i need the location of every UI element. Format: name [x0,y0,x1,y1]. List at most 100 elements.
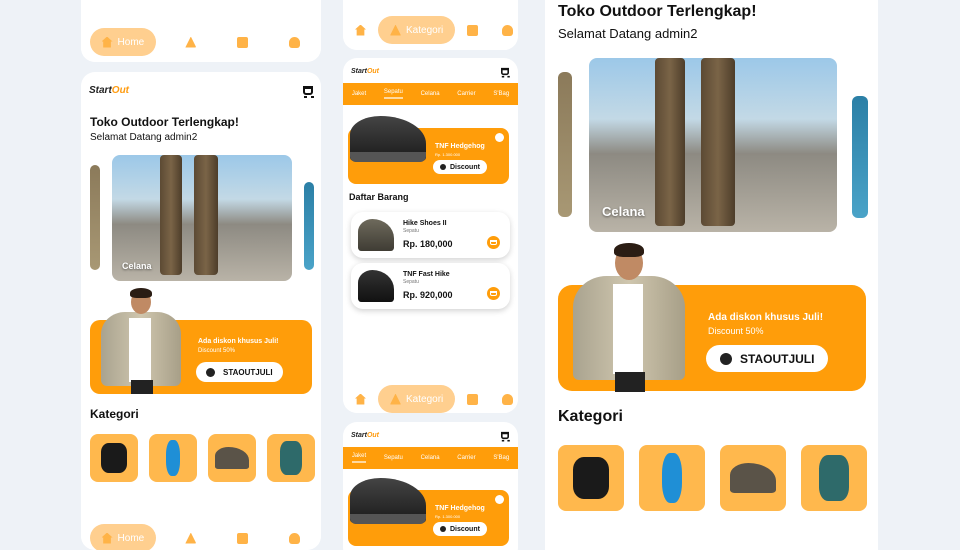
product-category: Sepatu [403,279,419,285]
discount-button[interactable]: Discount [433,522,487,536]
category-screen-top-partial: Kategori [343,0,518,50]
nav-history[interactable] [225,524,260,550]
featured-shoe-image [350,478,426,524]
promo-model-image [565,240,693,392]
product-price: Rp. 920,000 [403,290,453,300]
nav-profile[interactable] [490,385,518,413]
nav-kategori-label: Kategori [406,393,444,405]
tab-celana[interactable]: Celana [421,91,440,97]
tab-sbag[interactable]: S'Bag [493,455,509,461]
discount-button[interactable]: Discount [433,160,487,174]
profile-icon [502,393,514,405]
profile-icon [289,532,301,544]
nav-profile[interactable] [490,16,518,44]
favorite-icon[interactable] [495,495,504,504]
page-title: Toko Outdoor Terlengkap! [90,115,239,129]
nav-home[interactable] [343,16,378,44]
category-sleeping-bag[interactable] [639,445,705,511]
carousel-prev-image[interactable] [558,72,572,217]
nav-history[interactable] [225,28,260,56]
category-shoes[interactable] [720,445,786,511]
nav-home[interactable]: Home [89,28,157,56]
coupon-button[interactable]: STAOUTJULI [196,362,283,382]
category-screen-bottom-partial: StartOut Jaket Sepatu Celana Carrier S'B… [343,422,518,550]
coupon-code: STAOUTJULI [740,351,815,366]
featured-banner[interactable]: TNF Hedgehog Rp. 1.300.000 Discount [348,478,509,546]
carousel-prev-image[interactable] [90,165,100,270]
promo-model-image [95,286,187,394]
home-screen-zoomed: Toko Outdoor Terlengkap! Selamat Datang … [545,0,878,550]
coupon-icon [206,367,215,377]
nav-kategori[interactable] [173,524,208,550]
product-card[interactable]: TNF Fast Hike Sepatu Rp. 920,000 [351,263,510,309]
nav-history[interactable] [455,16,490,44]
app-header: StartOut [343,63,518,79]
tab-carrier[interactable]: Carrier [457,91,475,97]
tab-carrier[interactable]: Carrier [457,455,475,461]
category-jacket[interactable] [558,445,624,511]
nav-home[interactable]: Home [89,524,157,550]
favorite-icon[interactable] [495,133,504,142]
history-icon [467,393,479,405]
tab-sepatu[interactable]: Sepatu [383,89,403,99]
tab-celana[interactable]: Celana [421,455,440,461]
carousel-image[interactable]: Celana [112,155,292,281]
product-card[interactable]: Hike Shoes II Sepatu Rp. 180,000 [351,212,510,258]
pants-legs-image [160,155,182,275]
carousel-next-image[interactable] [852,96,868,218]
coupon-code: STAOUTJULI [223,367,273,377]
nav-kategori[interactable]: Kategori [378,385,456,413]
tab-jaket[interactable]: Jaket [351,453,367,463]
brand-logo: StartOut [351,67,380,75]
featured-name: TNF Hedgehog [435,143,485,150]
nav-kategori[interactable]: Kategori [378,16,456,44]
nav-kategori[interactable] [173,28,208,56]
history-icon [237,36,249,48]
add-to-cart-button[interactable] [487,236,500,249]
kategori-icon [390,393,401,405]
category-backpack[interactable] [267,434,315,482]
pants-legs-image [655,58,685,226]
tab-jaket[interactable]: Jaket [352,91,366,97]
category-jacket[interactable] [90,434,138,482]
nav-home[interactable] [343,385,378,413]
discount-icon [440,526,446,532]
category-tabs: Jaket Sepatu Celana Carrier S'Bag [343,83,518,105]
category-tabs: Jaket Sepatu Celana Carrier S'Bag [343,447,518,469]
nav-profile[interactable] [277,28,312,56]
category-backpack[interactable] [801,445,867,511]
cart-icon[interactable] [303,85,314,98]
page-title: Toko Outdoor Terlengkap! [558,3,757,20]
nav-profile[interactable] [277,524,312,550]
category-screen: StartOut Jaket Sepatu Celana Carrier S'B… [343,58,518,413]
tab-sepatu[interactable]: Sepatu [384,455,403,461]
add-to-cart-button[interactable] [487,287,500,300]
carousel-image[interactable]: Celana [589,58,837,232]
profile-icon [289,36,301,48]
promo-title: Ada diskon khusus Juli! [708,312,824,323]
category-list [90,434,315,482]
kategori-icon [390,24,401,36]
cart-icon[interactable] [501,67,510,77]
home-icon [355,24,366,36]
category-shoes[interactable] [208,434,256,482]
bottom-nav: Kategori [343,384,518,413]
nav-kategori-label: Kategori [406,24,444,36]
category-sleeping-bag[interactable] [149,434,197,482]
featured-banner[interactable]: TNF Hedgehog Rp. 1.300.000 Discount [348,116,509,184]
nav-home-label: Home [117,36,145,48]
product-image [358,270,394,302]
tab-sbag[interactable]: S'Bag [493,91,509,97]
bottom-nav: Home [81,22,321,62]
product-name: Hike Shoes II [403,220,447,227]
carousel-next-image[interactable] [304,182,314,270]
cart-icon[interactable] [501,431,510,442]
coupon-button[interactable]: STAOUTJULI [706,345,829,372]
home-icon [101,532,113,544]
carousel-label: Celana [122,261,152,271]
list-title: Daftar Barang [349,192,409,202]
product-category: Sepatu [403,228,419,234]
home-icon [355,393,366,405]
nav-history[interactable] [455,385,490,413]
promo-subtitle: Discount 50% [708,326,764,336]
